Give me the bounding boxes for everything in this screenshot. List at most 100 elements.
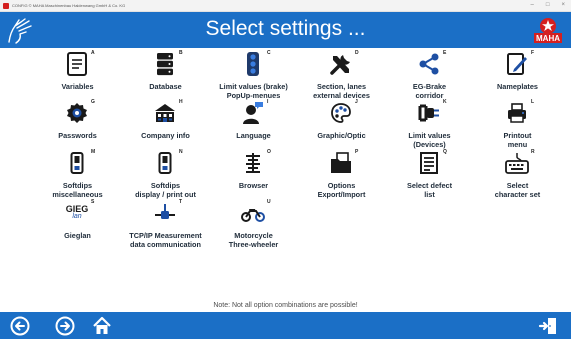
tile-letter: G (91, 99, 95, 105)
tile-graphic-optic[interactable]: J Graphic/Optic (298, 99, 385, 154)
tile-letter: U (267, 199, 271, 205)
exit-icon (538, 318, 556, 334)
tile-label: Options Export/Import (317, 181, 366, 199)
document-icon (65, 52, 89, 76)
window-title: CONFIG © MAHA Maschinenbau Haldenwang Gm… (12, 3, 126, 8)
tile-passwords[interactable]: G Passwords (34, 99, 121, 154)
tile-browser[interactable]: O Browser (210, 149, 297, 204)
speaking-person-icon (241, 101, 265, 125)
tile-select-character-set[interactable]: R Select character set (474, 149, 561, 204)
tile-label: Variables (61, 82, 94, 91)
tile-label: Language (236, 131, 271, 140)
tile-letter: A (91, 50, 95, 56)
footer-bar (0, 312, 571, 339)
tile-label: Database (149, 82, 182, 91)
tile-options-export-import[interactable]: P Options Export/Import (298, 149, 385, 204)
minimize-icon[interactable]: – (531, 2, 534, 9)
password-badge-icon (65, 101, 89, 125)
edit-document-icon (505, 52, 529, 76)
forward-arrow-icon (55, 316, 75, 336)
tile-letter: R (531, 149, 535, 155)
tile-limit-values-brake[interactable]: C Limit values (brake) PopUp-menues (210, 50, 297, 105)
tile-limit-values-devices[interactable]: K Limit values (Devices) (386, 99, 473, 154)
tile-letter: O (267, 149, 271, 155)
tile-label: Passwords (58, 131, 97, 140)
close-icon[interactable]: × (561, 2, 565, 9)
tile-database[interactable]: B Database (122, 50, 209, 105)
forward-button[interactable] (54, 315, 76, 337)
tile-letter: P (355, 149, 359, 155)
tile-letter: S (91, 199, 95, 205)
home-button[interactable] (91, 315, 113, 337)
tile-label: EG-Brake corridor (412, 82, 447, 100)
tile-letter: N (179, 149, 183, 155)
tools-icon (329, 52, 353, 76)
tile-letter: T (179, 199, 183, 205)
tile-label: Select character set (494, 181, 541, 199)
back-arrow-icon (10, 316, 30, 336)
defect-list-icon (417, 151, 441, 175)
home-icon (93, 316, 111, 334)
tile-label: Limit values (Devices) (408, 131, 451, 149)
tile-letter: F (531, 50, 535, 56)
tile-label: Nameplates (497, 82, 538, 91)
switch-icon (65, 151, 89, 175)
share-nodes-icon (417, 52, 441, 76)
tile-letter: J (355, 99, 358, 105)
tile-letter: B (179, 50, 183, 56)
tile-gieglan[interactable]: GIEG lan S Gieglan (34, 199, 121, 254)
tile-label: Motorcycle Three-wheeler (228, 231, 279, 249)
tile-softdips-display[interactable]: N Softdips display / print out (122, 149, 209, 204)
page-title: Select settings ... (205, 17, 366, 40)
tile-letter: M (91, 149, 96, 155)
tile-letter: K (443, 99, 447, 105)
tile-select-defect-list[interactable]: Q Select defect list (386, 149, 473, 204)
browser-list-icon (241, 151, 265, 175)
tile-variables[interactable]: A Variables (34, 50, 121, 105)
switch-icon (153, 151, 177, 175)
tile-softdips-misc[interactable]: M Softdips miscellaneous (34, 149, 121, 204)
tile-label: Printout menu (503, 131, 532, 149)
motorcycle-icon (241, 201, 265, 225)
tile-language[interactable]: I Language (210, 99, 297, 154)
tile-eg-brake-corridor[interactable]: E EG-Brake corridor (386, 50, 473, 105)
database-icon (153, 52, 177, 76)
tile-tcpip-measurement[interactable]: T TCP/IP Measurement data communication (122, 199, 209, 254)
keyboard-icon (505, 151, 529, 175)
tile-nameplates[interactable]: F Nameplates (474, 50, 561, 105)
tile-label: Company info (141, 131, 190, 140)
tile-label: Softdips display / print out (135, 181, 196, 199)
compatibility-note: Note: Not all option combinations are po… (213, 302, 358, 309)
header-bar: Select settings ... MAHA (0, 12, 571, 48)
tile-label: Select defect list (406, 181, 453, 199)
tile-letter: E (443, 50, 447, 56)
tile-letter: C (267, 50, 271, 56)
tile-label: Browser (238, 181, 269, 190)
back-button[interactable] (9, 315, 31, 337)
window-controls: – □ × (531, 2, 565, 9)
exit-button[interactable] (537, 315, 559, 337)
company-building-icon (153, 101, 177, 125)
tile-letter: I (267, 99, 269, 105)
tile-letter: L (531, 99, 535, 105)
maximize-icon[interactable]: □ (546, 2, 550, 9)
tile-printout-menu[interactable]: L Printout menu (474, 99, 561, 154)
tile-label: Softdips miscellaneous (52, 181, 103, 199)
folder-icon (329, 151, 353, 175)
tile-company-info[interactable]: H Company info (122, 99, 209, 154)
app-icon (3, 2, 9, 9)
gieglan-logo-icon: GIEG lan (65, 204, 89, 221)
tile-label: TCP/IP Measurement data communication (129, 231, 202, 249)
tile-label: Graphic/Optic (317, 131, 366, 140)
logo-text: MAHA (536, 34, 560, 43)
tile-letter: H (179, 99, 183, 105)
tile-label: Gieglan (64, 231, 91, 240)
window-titlebar: CONFIG © MAHA Maschinenbau Haldenwang Gm… (0, 0, 571, 12)
network-icon (153, 201, 177, 225)
tile-label: Limit values (brake) PopUp-menues (219, 82, 288, 100)
tile-label: Section, lanes external devices (313, 82, 370, 100)
tile-motorcycle[interactable]: U Motorcycle Three-wheeler (210, 199, 297, 254)
tile-section-lanes[interactable]: D Section, lanes external devices (298, 50, 385, 105)
maha-logo-icon: MAHA (534, 18, 562, 43)
printer-icon (505, 101, 529, 125)
